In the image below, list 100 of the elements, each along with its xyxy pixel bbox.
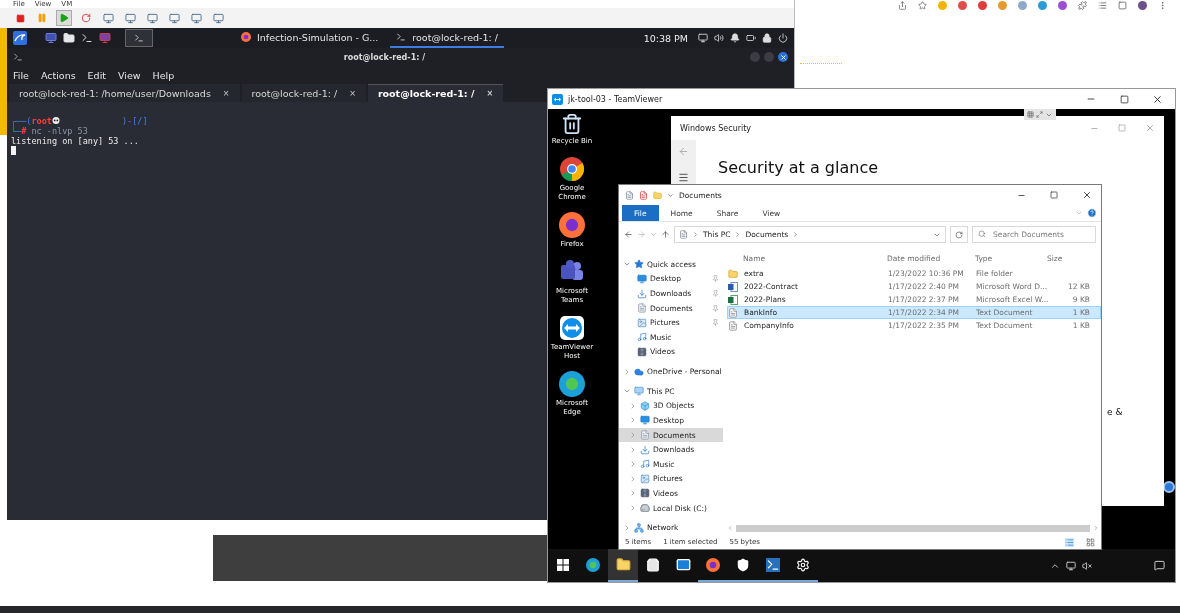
properties-icon[interactable] — [625, 190, 634, 200]
lock-icon[interactable] — [762, 33, 772, 43]
prompt-text: )-[/] — [121, 116, 148, 126]
document-icon — [637, 303, 647, 314]
extension-icon[interactable] — [1018, 0, 1027, 10]
details-view-icon[interactable] — [1065, 537, 1074, 547]
arrows-icon[interactable] — [559, 315, 585, 341]
document-icon[interactable] — [679, 230, 688, 239]
browser-icon[interactable] — [706, 557, 720, 572]
browser-icon[interactable] — [241, 32, 251, 42]
up-icon[interactable] — [661, 230, 670, 239]
browser-icon[interactable] — [586, 557, 600, 572]
more-icon[interactable] — [1158, 0, 1167, 10]
expand-icon[interactable] — [1036, 111, 1043, 118]
text-file-icon — [728, 307, 738, 318]
refresh-icon[interactable] — [955, 230, 963, 239]
browser-icon[interactable] — [559, 156, 585, 182]
bell-icon[interactable] — [730, 33, 740, 43]
music-icon — [640, 459, 650, 470]
menu-item[interactable]: File — [13, 69, 29, 81]
pin-icon[interactable] — [712, 275, 719, 283]
menu-item[interactable]: View — [118, 69, 141, 81]
scroll-thumb[interactable] — [736, 524, 1090, 532]
extension-icon[interactable] — [978, 0, 987, 10]
display-icon[interactable] — [698, 33, 708, 43]
share-icon[interactable] — [898, 0, 907, 10]
menu-icon[interactable] — [678, 172, 689, 183]
close-icon[interactable] — [1082, 190, 1092, 200]
search-icon[interactable] — [978, 230, 986, 238]
help-icon[interactable] — [1087, 208, 1097, 218]
scroll-right-icon[interactable] — [1093, 525, 1099, 531]
volume-icon[interactable] — [1082, 560, 1092, 571]
grid-icon[interactable] — [1027, 111, 1034, 118]
folder-icon[interactable] — [63, 32, 75, 44]
scrollbar[interactable] — [727, 523, 1099, 533]
browser-icon[interactable] — [559, 212, 585, 238]
shield-icon[interactable] — [736, 557, 750, 572]
browser-icon[interactable] — [559, 371, 585, 397]
extension-icon[interactable] — [998, 0, 1007, 10]
document-icon — [640, 430, 650, 440]
pin-icon[interactable] — [712, 304, 719, 312]
extension-icon[interactable] — [958, 0, 967, 10]
picture-icon — [640, 473, 650, 484]
back-icon[interactable] — [624, 230, 633, 239]
monitor-icon — [640, 415, 650, 426]
panel-task[interactable]: Infection-Simulation - G... — [235, 28, 385, 48]
sidebar-icon[interactable] — [1118, 0, 1127, 10]
pin-icon[interactable] — [712, 319, 719, 327]
recent-icon[interactable] — [650, 231, 657, 238]
terminal-tab[interactable]: root@lock-red-1: / × — [241, 84, 366, 102]
notification-icon[interactable] — [1154, 560, 1165, 571]
refresh-button[interactable] — [950, 226, 968, 243]
desktop-icon[interactable] — [45, 32, 57, 44]
terminal-icon[interactable] — [766, 557, 780, 572]
extension-icon[interactable] — [1058, 0, 1067, 10]
document-icon — [728, 281, 738, 292]
back-icon[interactable] — [678, 146, 689, 157]
puzzle-icon[interactable] — [1078, 0, 1087, 10]
tiles-view-icon[interactable] — [1086, 537, 1095, 547]
text-file-icon — [728, 320, 738, 331]
bag-icon[interactable] — [646, 557, 660, 572]
terminal-icon[interactable] — [81, 32, 93, 44]
screen-icon[interactable] — [99, 32, 111, 44]
logo-icon[interactable] — [13, 31, 27, 45]
scroll-left-icon[interactable] — [727, 525, 733, 531]
window-title: root@lock-red-1: / — [342, 52, 427, 62]
power-icon[interactable] — [778, 33, 788, 43]
menu-item[interactable]: Actions — [40, 69, 76, 81]
network-icon[interactable] — [1066, 560, 1076, 571]
volume-icon[interactable] — [714, 33, 724, 43]
close-button[interactable] — [778, 52, 788, 62]
workspace-button[interactable] — [125, 29, 153, 47]
terminal-tab[interactable]: root@lock-red-1: / × — [367, 84, 504, 102]
pin-icon[interactable] — [712, 290, 719, 297]
close-icon[interactable] — [1151, 93, 1163, 105]
remote-app-icon — [552, 93, 563, 105]
settings-icon[interactable] — [796, 557, 810, 572]
list-icon[interactable] — [1098, 0, 1107, 10]
cloud-icon — [634, 366, 644, 377]
window-title: jk-tool-03 - TeamViewer — [568, 94, 663, 104]
trash-icon[interactable] — [561, 113, 583, 135]
caret-icon[interactable] — [667, 191, 674, 199]
extension-icon[interactable] — [1038, 0, 1047, 10]
folder-icon — [728, 268, 738, 279]
avatar-icon[interactable] — [1138, 0, 1147, 10]
maximize-icon[interactable] — [1050, 191, 1058, 199]
menu-item[interactable]: Edit — [87, 69, 106, 81]
command-line: └─# nc -nlvp 53 — [11, 126, 88, 136]
maximize-icon[interactable] — [1119, 94, 1129, 104]
menu-item[interactable]: Help — [152, 69, 175, 81]
folder-icon[interactable] — [615, 557, 631, 572]
windows-icon[interactable] — [557, 558, 569, 571]
battery-icon[interactable] — [746, 33, 756, 43]
terminal-tab[interactable]: root@lock-red-1: /home/user/Downloads × — [9, 84, 240, 102]
taskbar-button[interactable] — [608, 549, 638, 582]
mail-icon[interactable] — [675, 557, 691, 572]
download-icon — [637, 288, 647, 299]
film-icon — [640, 488, 650, 499]
prompt-text: ┌──(root — [11, 116, 52, 126]
bookmark-icon[interactable] — [918, 0, 927, 10]
